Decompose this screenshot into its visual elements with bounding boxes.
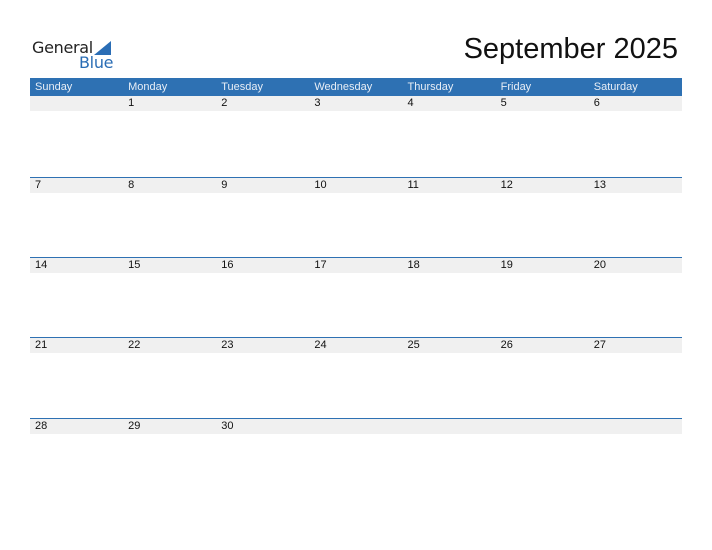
day-cell: 22: [128, 339, 141, 351]
day-cell: 19: [500, 259, 513, 271]
page-title: September 2025: [463, 33, 678, 65]
day-cell: 14: [35, 259, 48, 271]
day-cell: 1: [128, 97, 135, 109]
day-cell: 2: [221, 97, 228, 109]
day-cell: [589, 419, 682, 434]
week-row: 7 8 9 10 11 12 13: [30, 177, 682, 193]
day-cell: 15: [128, 259, 141, 271]
weekday-monday: Monday: [128, 81, 168, 93]
day-cell: 25: [407, 339, 420, 351]
day-cell: [309, 419, 402, 434]
weekday-header: Sunday Monday Tuesday Wednesday Thursday…: [30, 78, 682, 96]
day-cell: 17: [314, 259, 327, 271]
day-cell: 26: [500, 339, 513, 351]
day-cell: 29: [128, 420, 141, 432]
day-cell: [403, 419, 496, 434]
week-row: 21 22 23 24 25 26 27: [30, 337, 682, 353]
date-stripe: 7 8 9 10 11 12 13: [30, 178, 682, 193]
day-cell: [30, 96, 123, 111]
day-cell: 20: [593, 259, 606, 271]
day-cell: 9: [221, 179, 228, 191]
weekday-sunday: Sunday: [35, 81, 73, 93]
weekday-friday: Friday: [500, 81, 532, 93]
day-cell: 23: [221, 339, 234, 351]
week-row: 1 2 3 4 5 6: [30, 96, 682, 111]
day-cell: 11: [407, 179, 419, 191]
day-cell: 16: [221, 259, 234, 271]
weekday-wednesday: Wednesday: [314, 81, 373, 93]
weekday-saturday: Saturday: [593, 81, 638, 93]
day-cell: 4: [407, 97, 414, 109]
week-row: 28 29 30: [30, 418, 682, 434]
day-cell: 12: [500, 179, 513, 191]
logo: General Blue: [32, 38, 122, 74]
day-cell: 28: [35, 420, 48, 432]
day-cell: 7: [35, 179, 42, 191]
day-cell: [496, 419, 589, 434]
day-cell: 6: [593, 97, 600, 109]
day-cell: 13: [593, 179, 606, 191]
date-stripe: 14 15 16 17 18 19 20: [30, 258, 682, 273]
date-stripe: 21 22 23 24 25 26 27: [30, 338, 682, 353]
day-cell: 30: [221, 420, 234, 432]
day-cell: 18: [407, 259, 420, 271]
date-stripe: 1 2 3 4 5 6: [30, 96, 682, 111]
weekday-thursday: Thursday: [407, 81, 454, 93]
logo-text-blue: Blue: [79, 53, 114, 72]
weekday-tuesday: Tuesday: [221, 81, 264, 93]
day-cell: 24: [314, 339, 327, 351]
week-row: 14 15 16 17 18 19 20: [30, 257, 682, 273]
day-cell: 8: [128, 179, 135, 191]
day-cell: 10: [314, 179, 327, 191]
day-cell: 5: [500, 97, 507, 109]
day-cell: 21: [35, 339, 48, 351]
day-cell: 3: [314, 97, 321, 109]
date-stripe: 28 29 30: [30, 419, 682, 434]
day-cell: 27: [593, 339, 606, 351]
